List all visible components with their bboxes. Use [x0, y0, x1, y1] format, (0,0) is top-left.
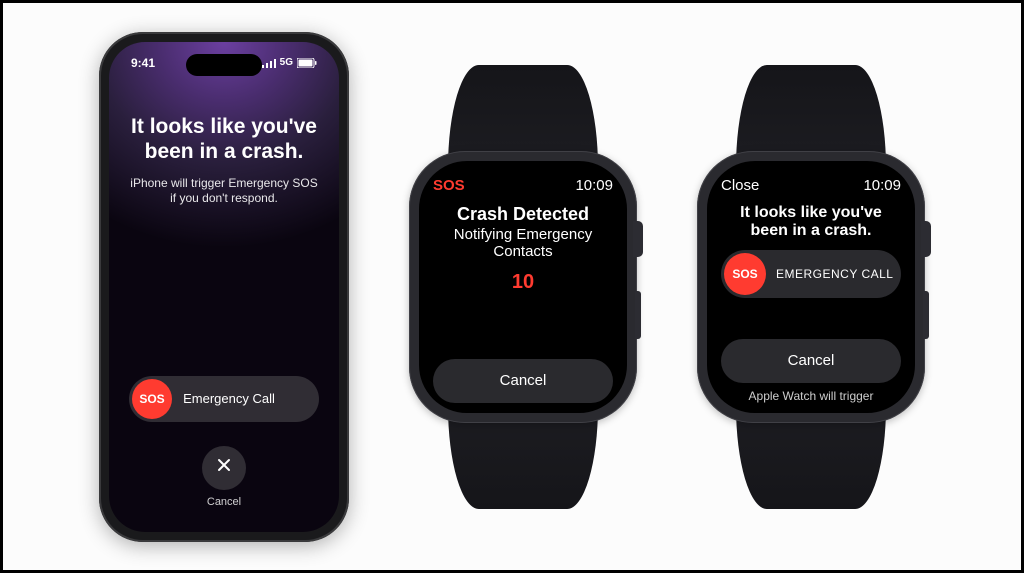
iphone-crash-subtitle: iPhone will trigger Emergency SOS if you… [129, 176, 319, 207]
watch-screen-1: SOS 10:09 Crash Detected Notifying Emerg… [419, 161, 627, 413]
iphone-status-right: 5G [262, 56, 317, 70]
close-icon [217, 458, 231, 477]
watch-screen-2: Close 10:09 It looks like you've been in… [707, 161, 915, 413]
watch-case: Close 10:09 It looks like you've been in… [697, 151, 925, 423]
dynamic-island [186, 54, 262, 76]
iphone-screen: 9:41 5G It looks like you've been in a c… [109, 42, 339, 532]
countdown-timer: 10 [512, 271, 534, 294]
marketing-frame: 9:41 5G It looks like you've been in a c… [0, 0, 1024, 573]
iphone-content: It looks like you've been in a crash. iP… [109, 114, 339, 208]
watch-status-bar: Close 10:09 [721, 177, 901, 194]
watch-case: SOS 10:09 Crash Detected Notifying Emerg… [409, 151, 637, 423]
side-button[interactable] [635, 291, 641, 339]
sos-badge-icon[interactable]: SOS [724, 253, 766, 295]
watch-device-2: Close 10:09 It looks like you've been in… [697, 65, 925, 509]
cancel-label: Cancel [500, 372, 547, 389]
sos-badge-icon[interactable]: SOS [132, 379, 172, 419]
emergency-call-label: EMERGENCY CALL [766, 268, 898, 281]
iphone-device: 9:41 5G It looks like you've been in a c… [99, 32, 349, 542]
sos-indicator: SOS [433, 177, 465, 194]
watch-body: It looks like you've been in a crash. SO… [721, 204, 901, 403]
cancel-button[interactable]: Cancel [433, 359, 613, 403]
crash-title: It looks like you've been in a crash. [721, 204, 901, 241]
iphone-crash-title: It looks like you've been in a crash. [129, 114, 319, 164]
network-label: 5G [280, 57, 293, 68]
iphone-time: 9:41 [131, 56, 155, 70]
watch-footer-text: Apple Watch will trigger [749, 389, 874, 403]
cancel-button[interactable]: Cancel [721, 339, 901, 383]
emergency-call-slider[interactable]: SOS EMERGENCY CALL [721, 250, 901, 298]
close-button[interactable]: Close [721, 177, 759, 194]
cancel-button[interactable] [202, 446, 246, 490]
watch-status-bar: SOS 10:09 [433, 177, 613, 194]
watch-device-1: SOS 10:09 Crash Detected Notifying Emerg… [409, 65, 637, 509]
digital-crown[interactable] [633, 221, 643, 257]
emergency-call-label: Emergency Call [172, 391, 316, 406]
cancel-label: Cancel [202, 496, 246, 508]
watch-time: 10:09 [575, 177, 613, 194]
battery-icon [297, 58, 317, 68]
side-button[interactable] [923, 291, 929, 339]
emergency-call-slider[interactable]: SOS Emergency Call [129, 376, 319, 422]
signal-icon [262, 58, 276, 68]
watch-body: Crash Detected Notifying Emergency Conta… [433, 204, 613, 403]
iphone-cancel-section: Cancel [202, 446, 246, 508]
digital-crown[interactable] [921, 221, 931, 257]
watch-time: 10:09 [863, 177, 901, 194]
crash-detected-title: Crash Detected [457, 204, 589, 225]
cancel-label: Cancel [788, 352, 835, 369]
notifying-contacts-label: Notifying Emergency Contacts [433, 226, 613, 261]
